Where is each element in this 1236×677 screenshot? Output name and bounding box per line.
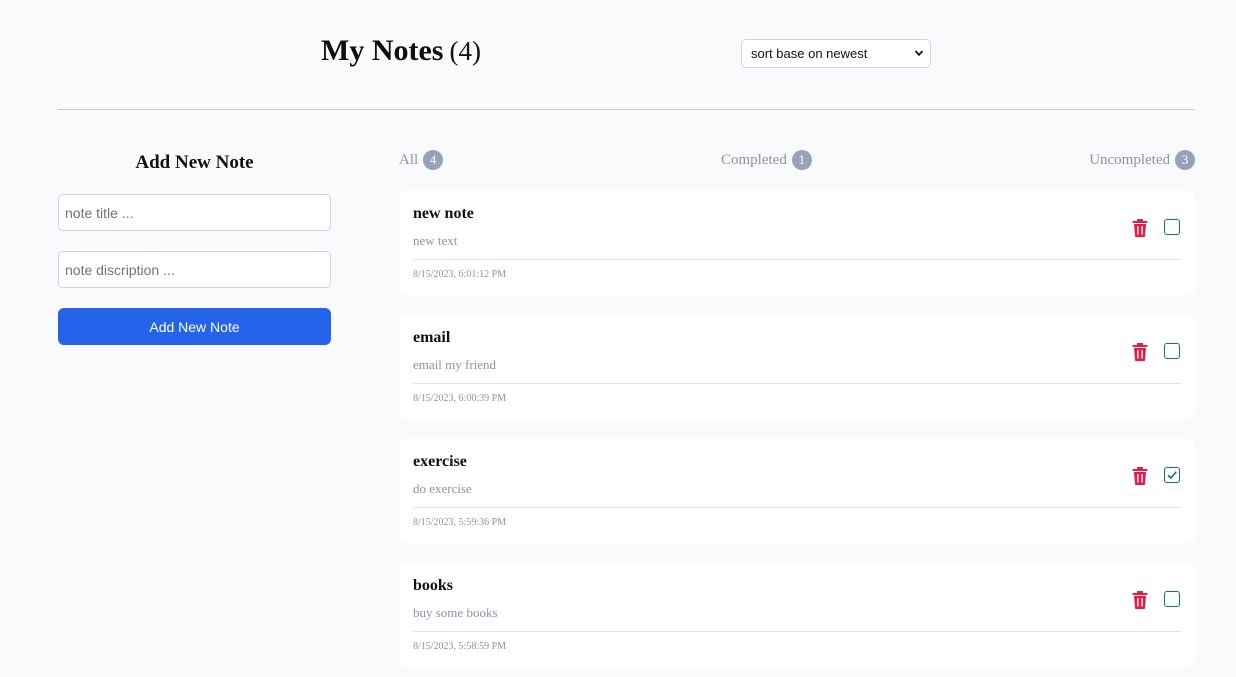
tab-all-label: All: [399, 151, 419, 168]
page-title-group: My Notes (4): [321, 34, 481, 68]
add-note-form: Add New Note Add New Note: [58, 150, 331, 345]
complete-checkbox[interactable]: [1164, 219, 1180, 235]
header-divider: [58, 109, 1195, 110]
trash-icon[interactable]: [1132, 219, 1148, 237]
tab-all-count-badge: 4: [423, 150, 444, 170]
trash-icon[interactable]: [1132, 343, 1148, 361]
tab-all[interactable]: All 4: [399, 150, 444, 170]
note-date: 8/15/2023, 6:00:39 PM: [413, 393, 507, 404]
complete-checkbox[interactable]: [1164, 591, 1180, 607]
note-date: 8/15/2023, 6:01:12 PM: [413, 269, 507, 280]
note-title: books: [413, 577, 454, 594]
note-date: 8/15/2023, 5:58:59 PM: [413, 641, 507, 652]
chevron-down-icon: [914, 50, 924, 57]
page-title: My Notes: [321, 34, 444, 67]
tab-completed[interactable]: Completed 1: [721, 150, 812, 170]
note-card: new note new text 8/15/2023, 6:01:12 PM: [399, 191, 1195, 295]
note-divider: [413, 631, 1181, 632]
note-description: email my friend: [413, 357, 497, 372]
notes-count: (4): [449, 36, 481, 66]
tab-uncompleted[interactable]: Uncompleted 3: [1089, 150, 1195, 170]
filter-tabs: All 4 Completed 1 Uncompleted 3: [399, 150, 1195, 172]
note-card: exercise do exercise 8/15/2023, 5:59:36 …: [399, 439, 1195, 543]
note-divider: [413, 383, 1181, 384]
note-description-input[interactable]: [58, 251, 331, 288]
sort-select-value: sort base on newest: [751, 46, 868, 61]
tab-uncompleted-label: Uncompleted: [1089, 151, 1170, 168]
tab-uncompleted-count-badge: 3: [1175, 150, 1195, 170]
page-header: My Notes (4) sort base on newest: [0, 0, 1236, 110]
note-title: new note: [413, 205, 474, 222]
tab-completed-count-badge: 1: [791, 150, 812, 170]
tab-completed-label: Completed: [721, 151, 787, 168]
complete-checkbox[interactable]: [1164, 343, 1180, 359]
add-note-heading: Add New Note: [135, 152, 254, 173]
sort-select[interactable]: sort base on newest: [741, 39, 931, 68]
trash-icon[interactable]: [1132, 467, 1148, 485]
trash-icon[interactable]: [1132, 591, 1148, 609]
note-title: email: [413, 329, 451, 346]
note-card: email email my friend 8/15/2023, 6:00:39…: [399, 315, 1195, 419]
note-description: new text: [413, 233, 458, 248]
note-description: buy some books: [413, 605, 498, 620]
note-title-input[interactable]: [58, 194, 331, 231]
note-divider: [413, 259, 1181, 260]
checkmark-icon: [1167, 471, 1177, 480]
note-card: books buy some books 8/15/2023, 5:58:59 …: [399, 563, 1195, 667]
complete-checkbox[interactable]: [1164, 467, 1180, 483]
note-description: do exercise: [413, 481, 472, 496]
note-divider: [413, 507, 1181, 508]
note-date: 8/15/2023, 5:59:36 PM: [413, 517, 507, 528]
add-note-button[interactable]: Add New Note: [58, 308, 331, 345]
note-title: exercise: [413, 453, 467, 470]
